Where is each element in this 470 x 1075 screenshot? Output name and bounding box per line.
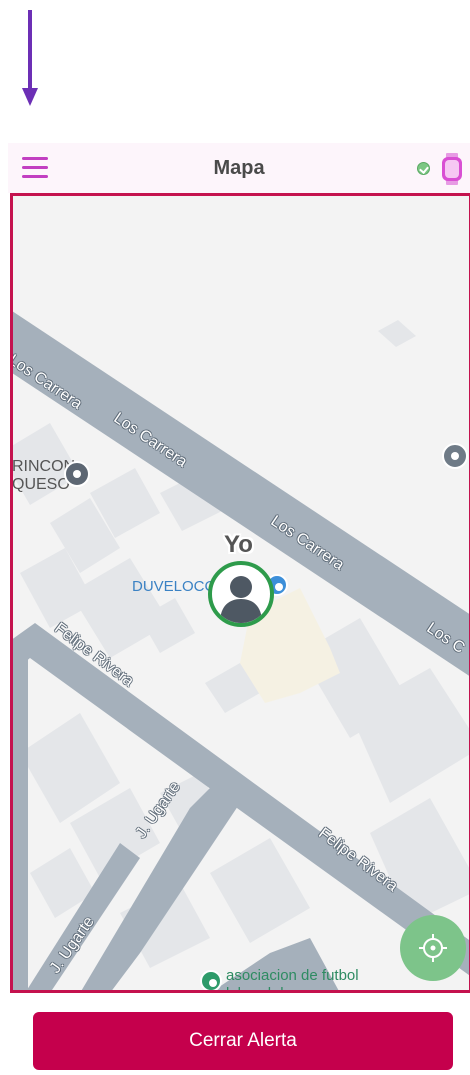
down-arrow-icon bbox=[22, 10, 38, 106]
map-pin-icon[interactable] bbox=[64, 461, 90, 487]
crosshair-icon bbox=[419, 934, 447, 962]
my-location-button[interactable] bbox=[400, 915, 466, 981]
page-title: Mapa bbox=[213, 157, 265, 179]
poi-label: laboral de comunas bbox=[226, 985, 357, 993]
smartwatch-icon[interactable] bbox=[440, 153, 464, 185]
user-avatar-marker[interactable] bbox=[208, 561, 274, 627]
footer: Cerrar Alerta bbox=[8, 993, 470, 1075]
map-view[interactable]: Los Carrera Los Carrera Los Carrera Los … bbox=[10, 193, 470, 993]
app-screen: Mapa Los Carrera Los Carrera Los Carrera… bbox=[8, 143, 470, 1075]
app-header: Mapa bbox=[8, 143, 470, 193]
close-alert-button[interactable]: Cerrar Alerta bbox=[33, 1012, 453, 1070]
check-circle-icon bbox=[417, 162, 430, 175]
poi-label: QUESO bbox=[12, 476, 70, 493]
poi-label: DUVELOCC bbox=[132, 578, 216, 595]
person-icon bbox=[220, 576, 262, 623]
map-pin-icon[interactable] bbox=[200, 970, 222, 992]
user-location-label: Yo bbox=[224, 531, 253, 558]
poi-label: asociacion de futbol bbox=[226, 967, 359, 984]
museum-icon[interactable] bbox=[442, 443, 468, 469]
